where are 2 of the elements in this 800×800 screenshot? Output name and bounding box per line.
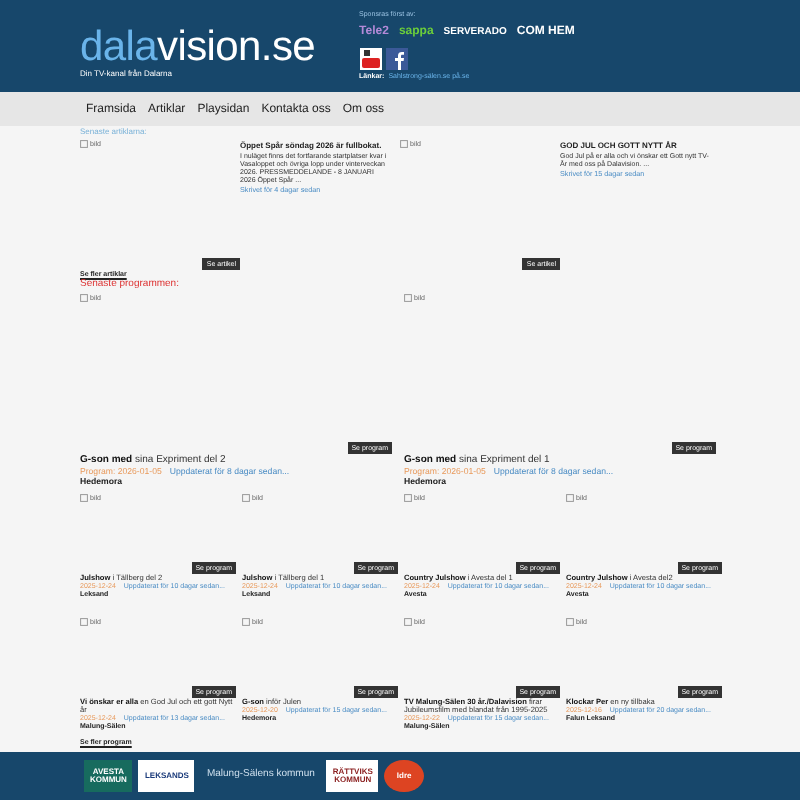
facebook-icon[interactable] <box>385 48 408 70</box>
site-logo[interactable]: dalavision.se <box>80 28 316 68</box>
